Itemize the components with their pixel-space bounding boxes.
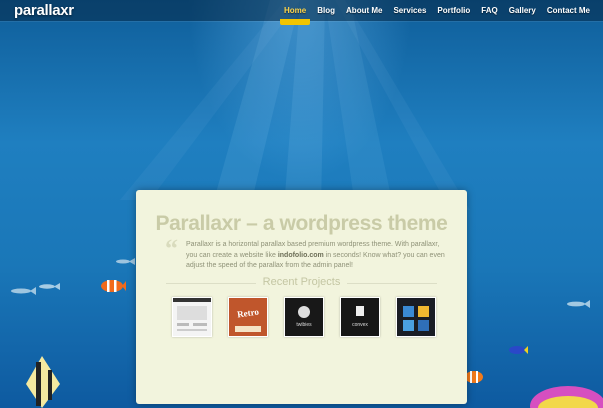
project-thumbnail-1[interactable] (172, 297, 212, 337)
project-thumbnail-2[interactable]: Retro (228, 297, 268, 337)
project-label-4: convex (352, 322, 368, 328)
top-navigation-bar: parallaxr Home Blog About Me Services Po… (0, 0, 603, 25)
site-logo[interactable]: parallaxr (14, 2, 74, 19)
nav-faq[interactable]: FAQ (481, 6, 497, 15)
main-menu: Home Blog About Me Services Portfolio FA… (273, 0, 590, 25)
project-screenshot-icon (173, 298, 211, 331)
nav-home[interactable]: Home (279, 6, 311, 25)
small-fish-icon (11, 287, 36, 295)
project-thumbnail-4[interactable]: convex (340, 297, 380, 337)
nav-blog[interactable]: Blog (317, 6, 335, 15)
project-grid-icon (403, 306, 429, 331)
section-divider-right (347, 283, 437, 284)
nav-contact-me[interactable]: Contact Me (547, 6, 590, 15)
page-title: Parallaxr – a wordpress theme (155, 212, 448, 235)
indofolio-link[interactable]: indofolio.com (278, 252, 324, 259)
theme-description: Parallaxr is a horizontal parallax based… (186, 240, 446, 272)
nav-services[interactable]: Services (393, 6, 426, 15)
small-fish-icon (39, 283, 60, 290)
recent-projects-heading: Recent Projects (262, 276, 341, 288)
nav-gallery[interactable]: Gallery (509, 6, 536, 15)
clownfish-icon (465, 371, 483, 383)
small-fish-icon (567, 300, 590, 308)
project-label-3: twibies (296, 322, 312, 328)
recent-projects-list: Retro twibies convex (172, 297, 452, 337)
angelfish-icon (26, 356, 60, 408)
nav-portfolio[interactable]: Portfolio (437, 6, 470, 15)
twibies-logo-icon (298, 306, 310, 318)
project-thumbnail-3[interactable]: twibies (284, 297, 324, 337)
tropical-fish-icon (530, 386, 603, 408)
convex-logo-icon (356, 306, 364, 316)
clownfish-icon (101, 280, 126, 292)
quote-mark-icon: “ (165, 234, 178, 263)
intro-panel: Parallaxr – a wordpress theme “ Parallax… (136, 190, 467, 404)
project-thumbnail-5[interactable] (396, 297, 436, 337)
retro-badge-icon (235, 326, 261, 332)
blue-fish-icon (509, 346, 528, 354)
small-fish-icon (116, 258, 135, 265)
nav-about-me[interactable]: About Me (346, 6, 382, 15)
